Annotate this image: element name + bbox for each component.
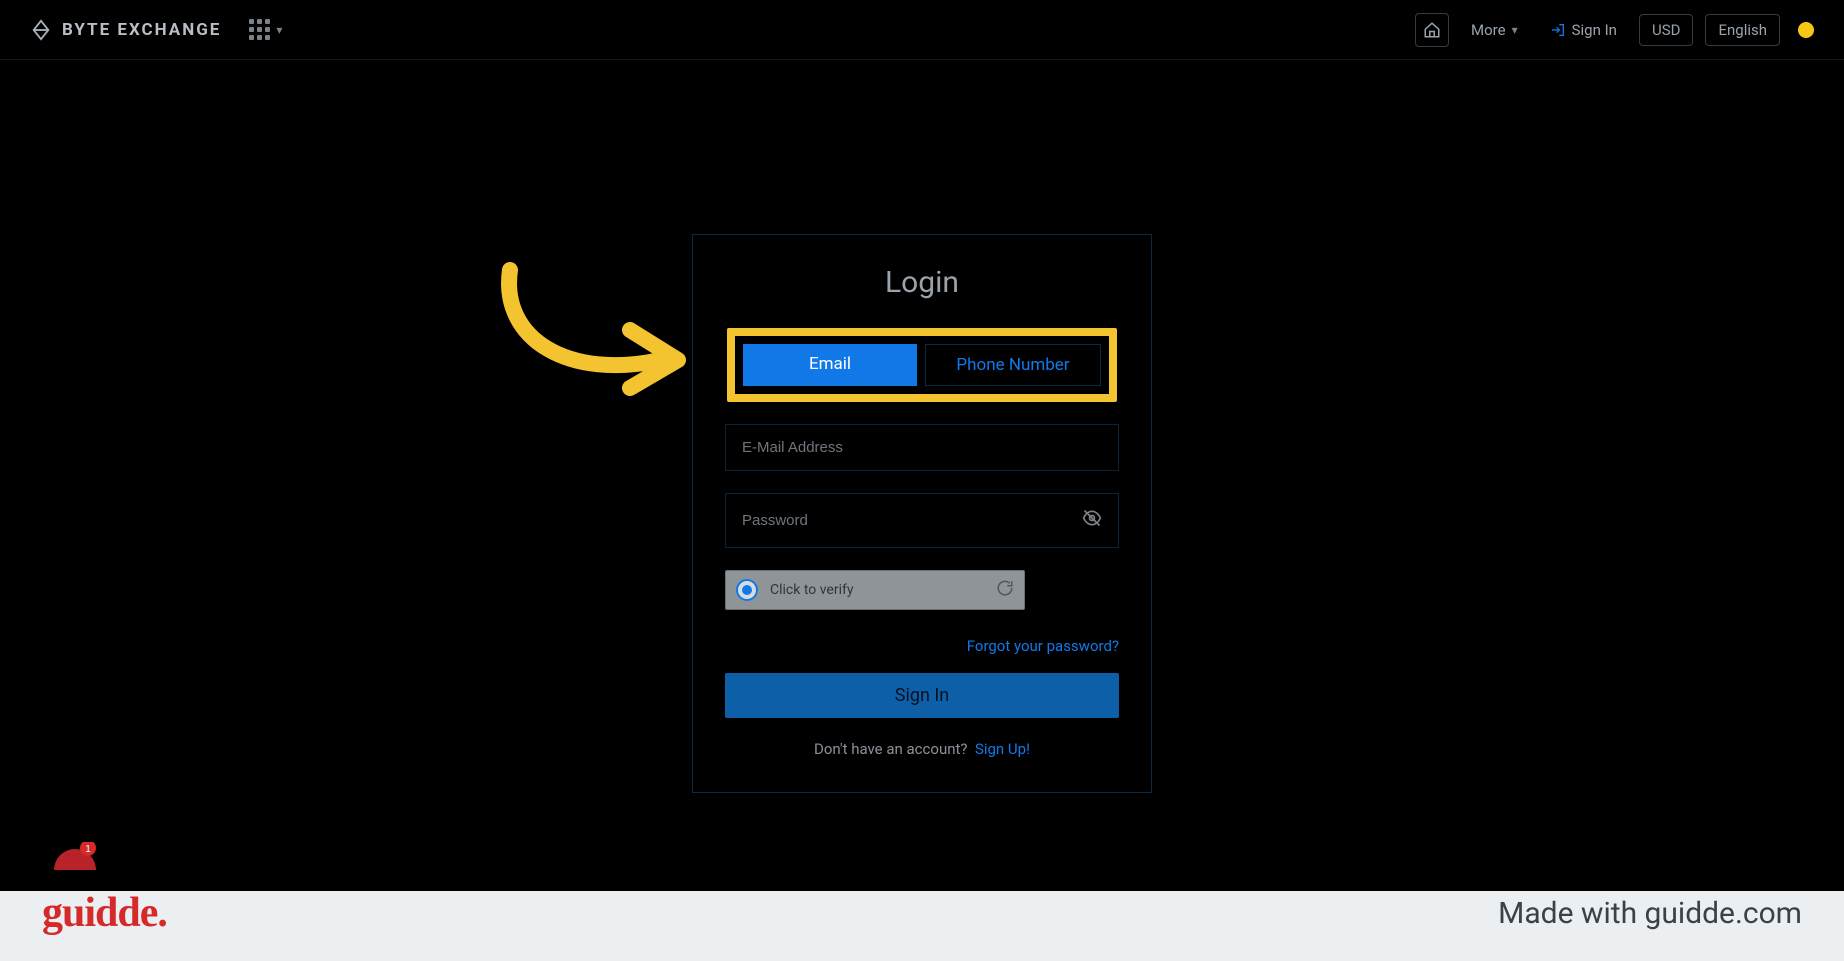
brand-name: BYTE EXCHANGE — [62, 20, 221, 40]
login-card: Login Email Phone Number Click to verif — [692, 234, 1152, 793]
password-input[interactable] — [742, 512, 1082, 529]
nav-left-group: BYTE EXCHANGE ▾ — [30, 19, 282, 41]
currency-selector[interactable]: USD — [1639, 14, 1693, 46]
logo-icon — [30, 19, 52, 41]
login-form: Click to verify Forgot your password? Si… — [723, 424, 1121, 758]
home-button[interactable] — [1415, 13, 1449, 47]
annotation-arrow — [480, 250, 710, 414]
language-selector[interactable]: English — [1705, 14, 1780, 46]
nav-right-group: More ▾ Sign In USD English — [1415, 13, 1814, 47]
email-input[interactable] — [742, 439, 1102, 456]
tab-phone-label: Phone Number — [956, 355, 1069, 375]
email-field-wrap — [725, 424, 1119, 471]
noaccount-text: Don't have an account? — [814, 740, 967, 758]
captcha-label: Click to verify — [770, 582, 984, 598]
captcha-widget[interactable]: Click to verify — [725, 570, 1025, 610]
signin-nav-button[interactable]: Sign In — [1540, 15, 1627, 45]
signup-row: Don't have an account? Sign Up! — [725, 740, 1119, 758]
currency-label: USD — [1652, 21, 1680, 39]
tab-phone[interactable]: Phone Number — [925, 344, 1101, 386]
footer-bar: guidde. Made with guidde.com — [0, 891, 1844, 961]
apps-grid-icon — [249, 19, 270, 40]
forgot-password-row: Forgot your password? — [725, 636, 1119, 655]
tab-email-label: Email — [809, 354, 851, 374]
home-icon — [1423, 21, 1441, 39]
login-title: Login — [723, 265, 1121, 300]
notification-badge[interactable]: 1 — [54, 842, 96, 870]
made-with-text: Made with guidde.com — [1498, 896, 1802, 931]
more-label: More — [1471, 21, 1506, 39]
signup-link[interactable]: Sign Up! — [975, 740, 1030, 758]
chevron-down-icon: ▾ — [1512, 23, 1518, 37]
signin-button-label: Sign In — [895, 685, 949, 706]
forgot-password-link[interactable]: Forgot your password? — [967, 637, 1119, 655]
signin-button[interactable]: Sign In — [725, 673, 1119, 718]
captcha-radio-icon — [736, 579, 758, 601]
signin-arrow-icon — [1550, 22, 1566, 38]
brand-logo[interactable]: BYTE EXCHANGE — [30, 19, 221, 41]
theme-toggle-icon[interactable] — [1798, 22, 1814, 38]
toggle-password-visibility-icon[interactable] — [1082, 508, 1102, 533]
guidde-logo: guidde. — [42, 889, 167, 937]
signin-nav-label: Sign In — [1572, 21, 1617, 39]
tab-email[interactable]: Email — [743, 344, 917, 386]
password-field-wrap — [725, 493, 1119, 548]
language-label: English — [1718, 21, 1767, 39]
badge-count: 1 — [85, 844, 91, 855]
login-tabs-annotated: Email Phone Number — [727, 328, 1117, 402]
top-nav: BYTE EXCHANGE ▾ More ▾ — [0, 0, 1844, 60]
more-dropdown[interactable]: More ▾ — [1461, 15, 1528, 45]
chevron-down-icon: ▾ — [276, 23, 282, 37]
apps-menu-button[interactable]: ▾ — [249, 19, 282, 40]
captcha-reload-icon[interactable] — [996, 579, 1014, 601]
